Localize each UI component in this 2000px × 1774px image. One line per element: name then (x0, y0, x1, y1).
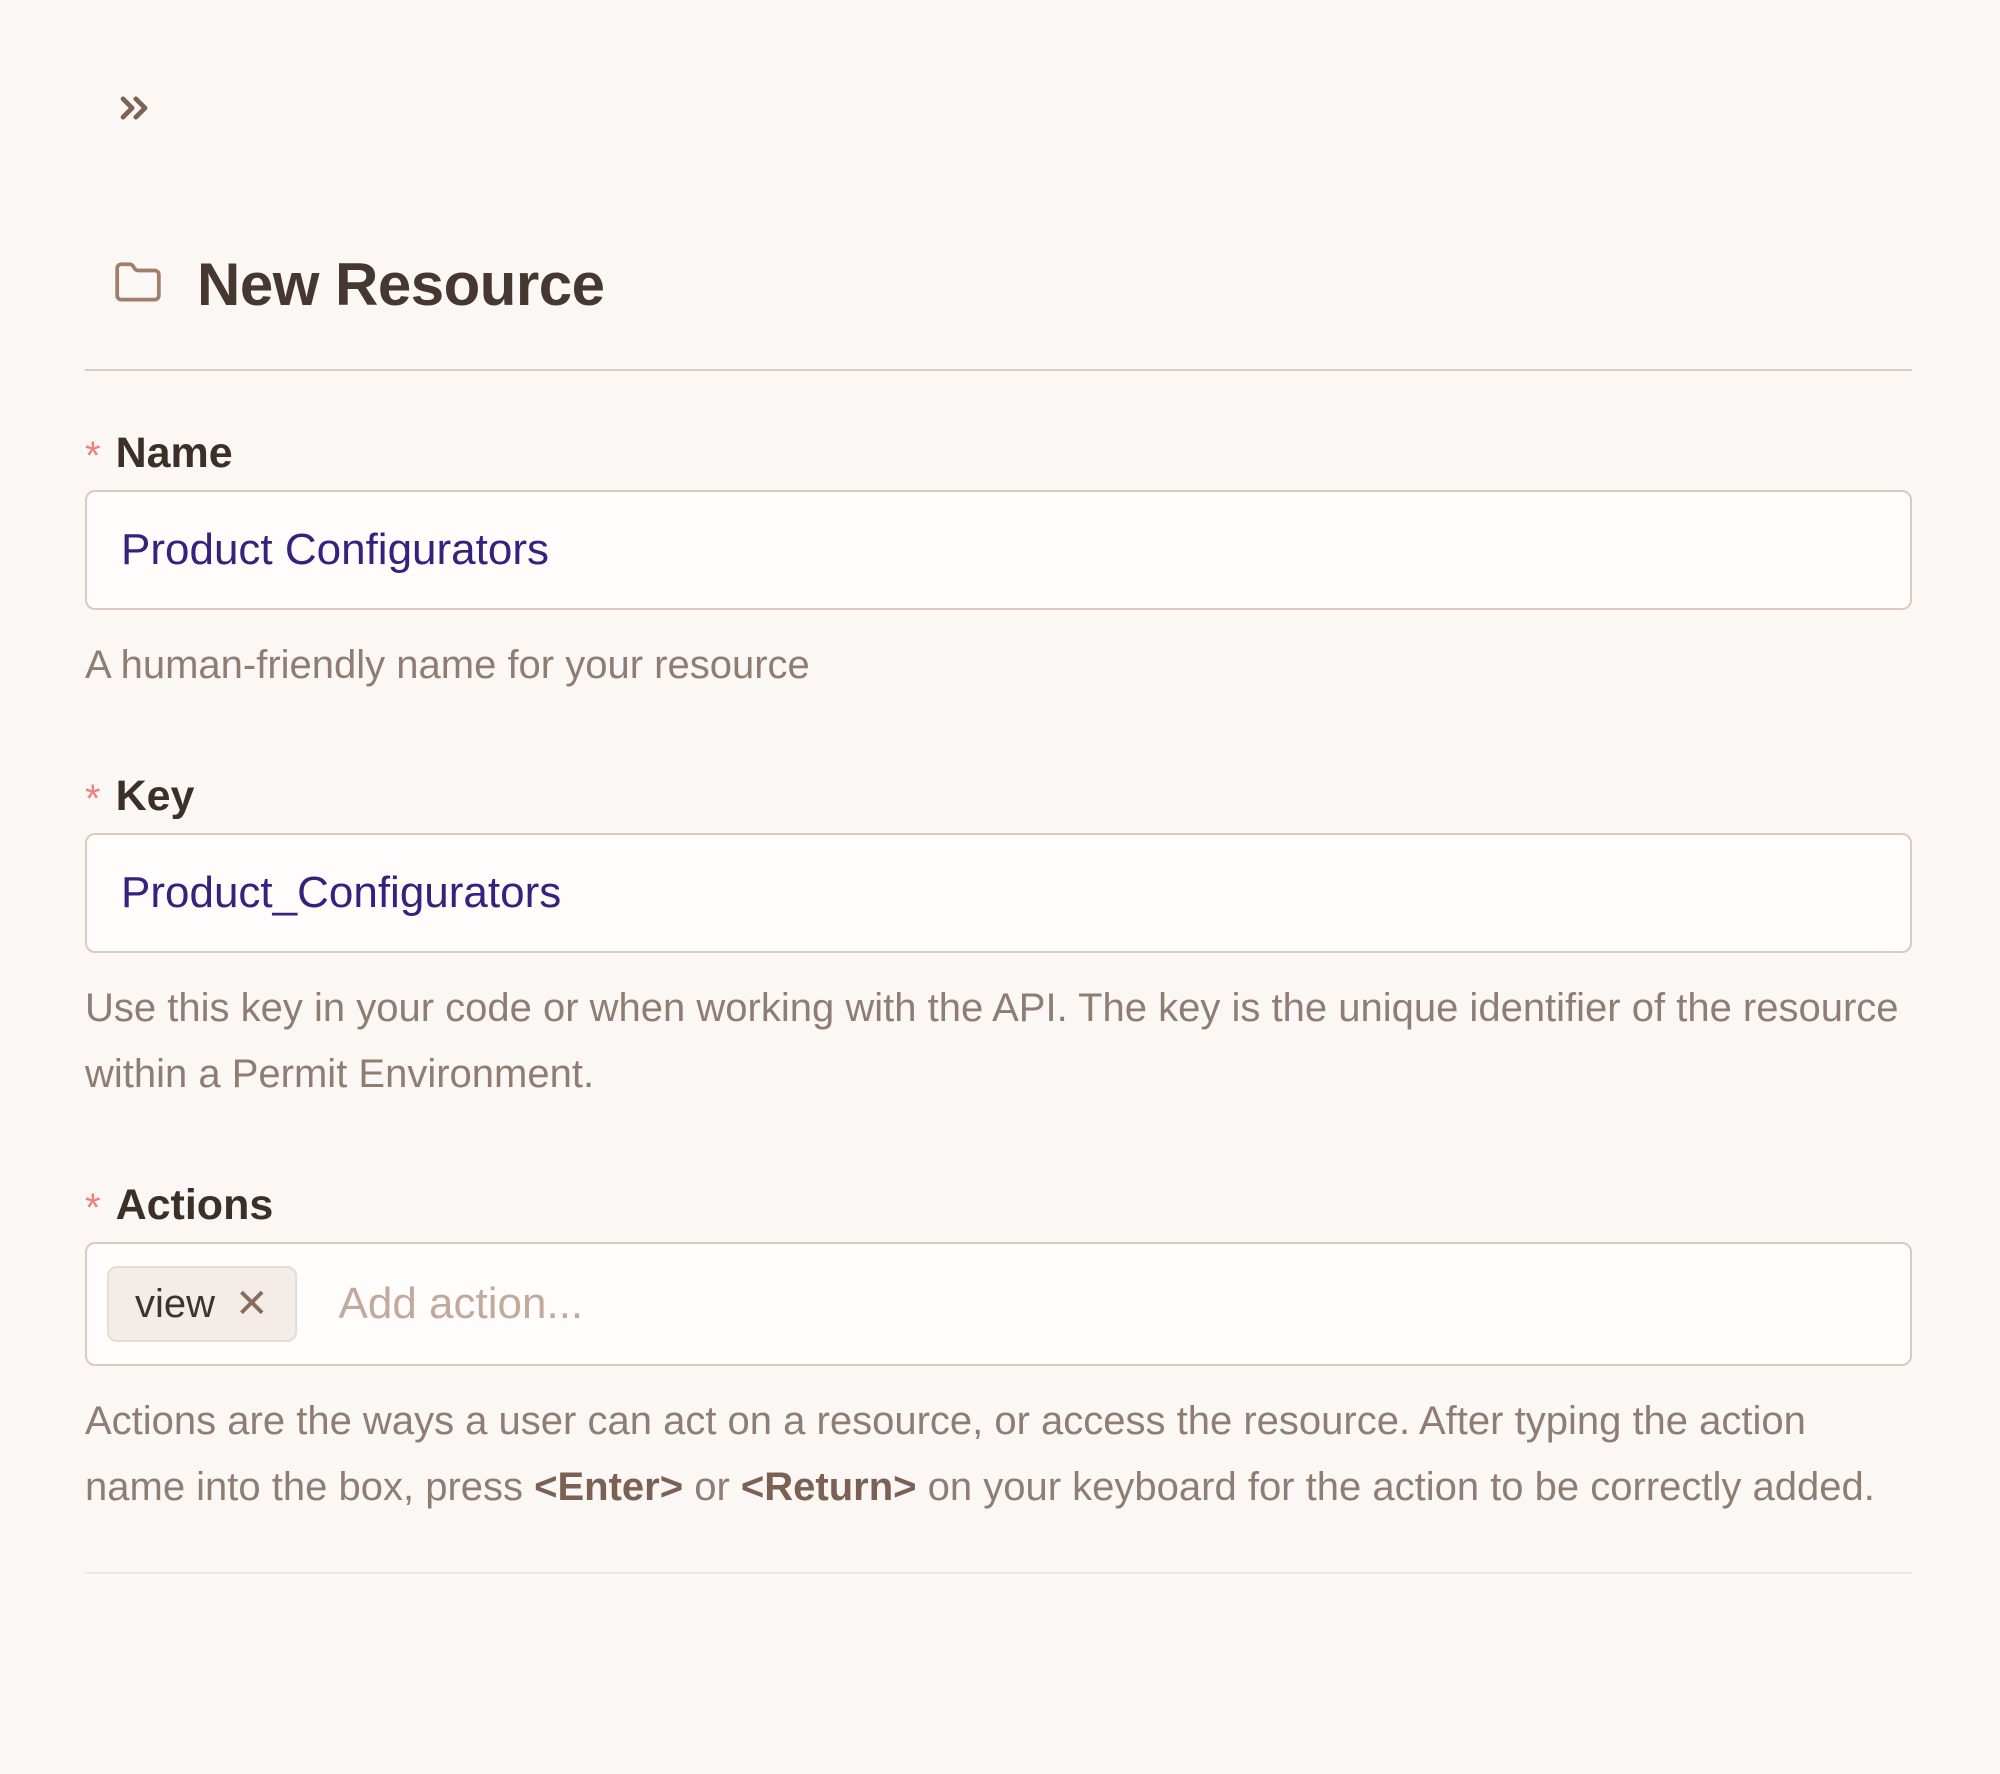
remove-tag-icon[interactable]: ✕ (235, 1284, 269, 1324)
enter-key-text: <Enter> (534, 1465, 683, 1509)
double-chevron-right-icon (112, 118, 156, 133)
name-field-label: * Name (85, 427, 1912, 480)
name-field-group: * Name A human-friendly name for your re… (85, 427, 1912, 698)
actions-helper-after: on your keyboard for the action to be co… (917, 1465, 1875, 1509)
key-field-label: * Key (85, 770, 1912, 823)
required-asterisk: * (85, 773, 101, 825)
actions-label-text: Actions (116, 1179, 274, 1231)
name-helper-text: A human-friendly name for your resource (85, 632, 1912, 698)
key-label-text: Key (116, 770, 195, 822)
footer-divider (85, 1572, 1912, 1574)
key-helper-text: Use this key in your code or when workin… (85, 975, 1912, 1107)
actions-helper-text: Actions are the ways a user can act on a… (85, 1388, 1912, 1520)
actions-field-label: * Actions (85, 1179, 1912, 1232)
actions-helper-between: or (683, 1465, 741, 1509)
new-resource-panel: New Resource * Name A human-friendly nam… (0, 85, 2000, 1574)
name-label-text: Name (116, 427, 233, 479)
key-field-group: * Key Use this key in your code or when … (85, 770, 1912, 1107)
folder-icon (113, 258, 163, 313)
page-header: New Resource (113, 249, 1912, 321)
page-title: New Resource (197, 249, 605, 321)
required-asterisk: * (85, 430, 101, 482)
collapse-panel-button[interactable] (110, 85, 158, 133)
required-asterisk: * (85, 1182, 101, 1234)
action-tag-view: view ✕ (107, 1266, 297, 1342)
key-input[interactable] (85, 833, 1912, 953)
action-tag-label: view (135, 1282, 215, 1327)
name-input[interactable] (85, 490, 1912, 610)
actions-tag-input[interactable]: view ✕ Add action... (85, 1242, 1912, 1366)
actions-input-placeholder: Add action... (339, 1279, 584, 1329)
return-key-text: <Return> (741, 1465, 917, 1509)
header-divider (85, 369, 1912, 371)
actions-field-group: * Actions view ✕ Add action... Actions a… (85, 1179, 1912, 1520)
